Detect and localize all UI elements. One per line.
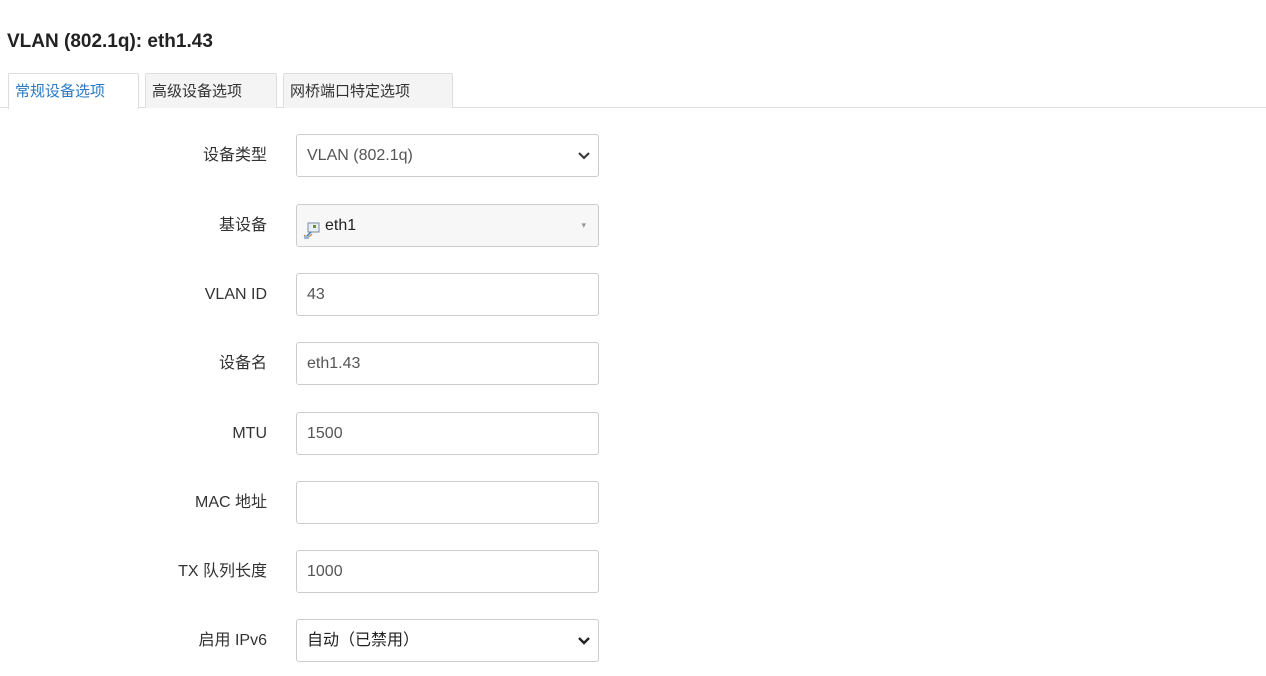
tx-queue-length-label: TX 队列长度 (178, 563, 267, 580)
enable-ipv6-label: 启用 IPv6 (198, 632, 267, 649)
chevron-down-icon (577, 620, 591, 661)
device-name-input[interactable]: eth1.43 (296, 342, 599, 385)
redaction-mask (347, 482, 537, 523)
device-name-row: 设备名 eth1.43 (0, 342, 700, 386)
vlan-id-row: VLAN ID 43 (0, 273, 700, 317)
enable-ipv6-value: 自动（已禁用） (307, 632, 420, 649)
tx-queue-length-input[interactable]: 1000 (296, 550, 599, 593)
vlan-id-label: VLAN ID (204, 286, 267, 303)
mac-address-row: MAC 地址 (0, 481, 700, 525)
mac-address-input[interactable] (296, 481, 599, 524)
tx-queue-length-row: TX 队列长度 1000 (0, 550, 700, 594)
vlan-id-input[interactable]: 43 (296, 273, 599, 316)
mtu-input[interactable]: 1500 (296, 412, 599, 455)
device-name-label: 设备名 (218, 355, 267, 372)
mtu-row: MTU 1500 (0, 412, 700, 456)
enable-ipv6-select[interactable]: 自动（已禁用） (296, 619, 599, 662)
tab-advanced-options[interactable]: 高级设备选项 (145, 73, 277, 108)
network-port-icon (303, 215, 321, 239)
page-title: VLAN (802.1q): eth1.43 (7, 31, 213, 52)
base-device-row: 基设备 eth1 ▾ (0, 204, 700, 248)
device-type-select[interactable]: VLAN (802.1q) (296, 134, 599, 177)
mtu-value: 1500 (307, 425, 343, 442)
chevron-down-icon (577, 135, 591, 176)
device-type-value: VLAN (802.1q) (307, 147, 413, 164)
tx-queue-length-value: 1000 (307, 563, 343, 580)
vlan-id-value: 43 (307, 286, 325, 303)
tab-bar: 常规设备选项 高级设备选项 网桥端口特定选项 (0, 73, 1266, 109)
device-type-row: 设备类型 VLAN (802.1q) (0, 134, 700, 178)
mac-address-label: MAC 地址 (194, 494, 267, 511)
tab-general-options[interactable]: 常规设备选项 (8, 73, 139, 109)
base-device-dropdown[interactable]: eth1 ▾ (296, 204, 599, 247)
base-device-label: 基设备 (218, 217, 267, 234)
device-name-value: eth1.43 (307, 355, 361, 372)
caret-down-icon: ▾ (581, 220, 586, 230)
device-type-label: 设备类型 (202, 147, 267, 164)
mtu-label: MTU (232, 425, 267, 442)
tab-bridge-port-options[interactable]: 网桥端口特定选项 (283, 73, 453, 108)
base-device-value: eth1 (325, 217, 357, 234)
enable-ipv6-row: 启用 IPv6 自动（已禁用） (0, 619, 700, 663)
